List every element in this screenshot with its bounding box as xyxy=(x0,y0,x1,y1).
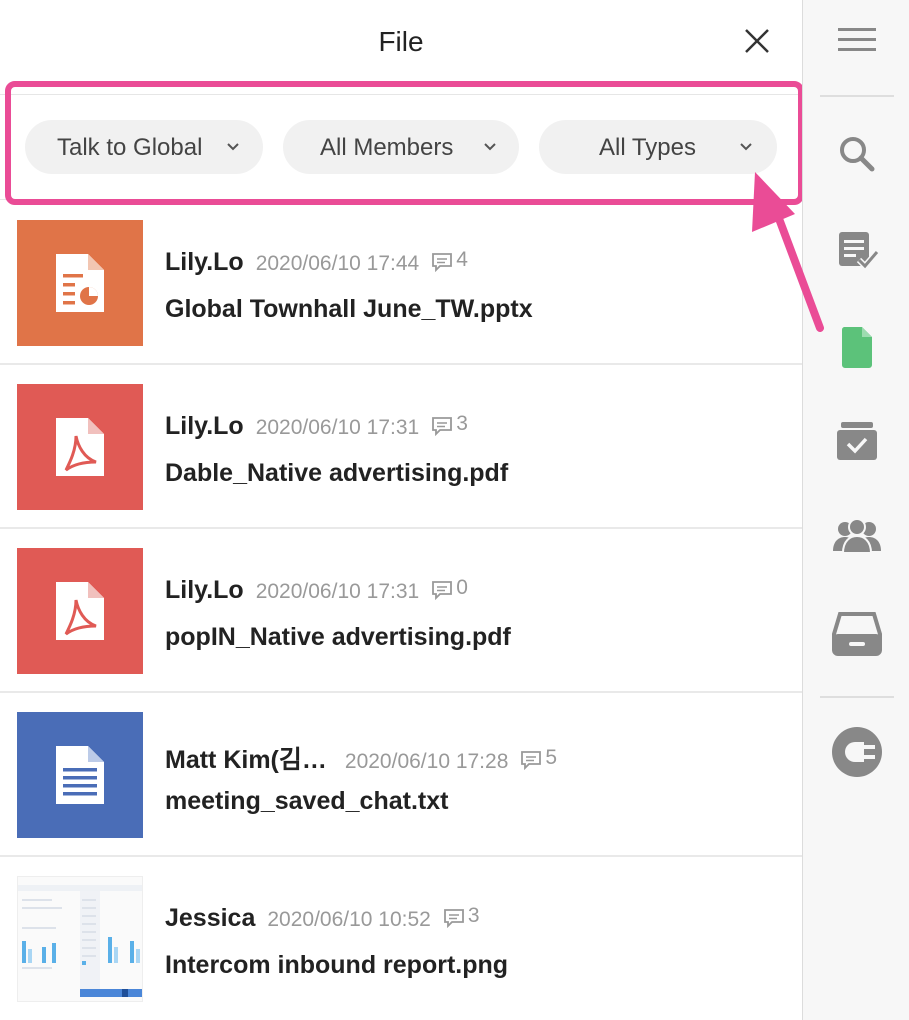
panel-header: File xyxy=(0,0,802,86)
file-row[interactable]: Lily.Lo 2020/06/10 17:44 4 Global Townha… xyxy=(0,201,802,365)
file-author: Lily.Lo xyxy=(165,576,244,604)
inbox-button[interactable] xyxy=(803,610,909,656)
members-filter-dropdown[interactable]: All Members xyxy=(283,120,519,174)
comment-icon xyxy=(432,417,453,436)
comment-count[interactable]: 4 xyxy=(431,248,468,272)
comment-count[interactable]: 3 xyxy=(443,904,480,928)
file-author: Matt Kim(김… xyxy=(165,746,327,774)
pdf-file-icon xyxy=(17,548,143,674)
channel-filter-label: Talk to Global xyxy=(57,134,203,161)
file-row[interactable]: Matt Kim(김… 2020/06/10 17:28 5 meeting_s… xyxy=(0,693,802,857)
file-name[interactable]: popIN_Native advertising.pdf xyxy=(165,623,511,652)
sidebar-divider xyxy=(820,696,894,698)
files-button[interactable] xyxy=(803,325,909,369)
comment-icon xyxy=(432,581,453,600)
file-row[interactable]: Lily.Lo 2020/06/10 17:31 0 popIN_Native … xyxy=(0,529,802,693)
chevron-down-icon xyxy=(484,143,496,151)
types-filter-dropdown[interactable]: All Types xyxy=(539,120,777,174)
file-time: 2020/06/10 17:44 xyxy=(255,252,420,275)
tasks-button[interactable] xyxy=(803,230,909,270)
file-row[interactable]: Jessica 2020/06/10 10:52 3 Intercom inbo… xyxy=(0,857,802,1020)
file-author: Lily.Lo xyxy=(165,248,244,276)
file-name[interactable]: meeting_saved_chat.txt xyxy=(165,787,448,816)
search-button[interactable] xyxy=(803,134,909,174)
comment-icon xyxy=(432,253,453,272)
file-meta: Jessica 2020/06/10 10:52 3 xyxy=(165,904,480,933)
members-icon xyxy=(832,518,881,554)
comment-count[interactable]: 3 xyxy=(431,412,468,436)
comment-icon xyxy=(521,751,542,770)
inbox-icon xyxy=(831,612,882,656)
sidebar-divider xyxy=(820,95,894,97)
task-icon xyxy=(838,232,879,270)
file-icon xyxy=(841,327,872,368)
close-icon xyxy=(745,29,769,53)
close-button[interactable] xyxy=(740,24,774,58)
menu-icon xyxy=(837,28,876,51)
chevron-down-icon xyxy=(740,143,752,151)
file-time: 2020/06/10 17:31 xyxy=(255,580,420,603)
file-name[interactable]: Global Townhall June_TW.pptx xyxy=(165,295,533,324)
file-time: 2020/06/10 17:28 xyxy=(344,750,509,773)
pdf-file-icon xyxy=(17,384,143,510)
file-author: Jessica xyxy=(165,904,256,932)
chevron-down-icon xyxy=(227,143,239,151)
plugin-icon xyxy=(831,727,882,777)
types-filter-label: All Types xyxy=(599,134,696,161)
members-button[interactable] xyxy=(803,517,909,555)
file-name[interactable]: Dable_Native advertising.pdf xyxy=(165,459,508,488)
file-time: 2020/06/10 17:31 xyxy=(255,416,420,439)
page-title: File xyxy=(378,26,424,57)
file-meta: Lily.Lo 2020/06/10 17:44 4 xyxy=(165,248,468,277)
comment-icon xyxy=(443,909,464,928)
sidebar xyxy=(802,0,909,1020)
file-name[interactable]: Intercom inbound report.png xyxy=(165,951,508,980)
plugin-button[interactable] xyxy=(803,726,909,778)
file-meta: Lily.Lo 2020/06/10 17:31 0 xyxy=(165,576,468,605)
image-thumbnail xyxy=(17,876,143,1002)
pptx-file-icon xyxy=(17,220,143,346)
channel-filter-dropdown[interactable]: Talk to Global xyxy=(25,120,263,174)
file-panel: File Talk to Global All Members All Type… xyxy=(0,0,804,1020)
search-icon xyxy=(839,137,874,172)
archive-icon xyxy=(836,422,877,460)
file-row[interactable]: Lily.Lo 2020/06/10 17:31 3 Dable_Native … xyxy=(0,365,802,529)
file-time: 2020/06/10 10:52 xyxy=(267,908,431,931)
menu-button[interactable] xyxy=(803,26,909,54)
file-meta: Lily.Lo 2020/06/10 17:31 3 xyxy=(165,412,468,441)
file-meta: Matt Kim(김… 2020/06/10 17:28 5 xyxy=(165,740,557,776)
members-filter-label: All Members xyxy=(320,134,454,161)
comment-count[interactable]: 5 xyxy=(520,746,557,770)
comment-count[interactable]: 0 xyxy=(431,576,468,600)
txt-file-icon xyxy=(17,712,143,838)
archive-button[interactable] xyxy=(803,420,909,462)
file-author: Lily.Lo xyxy=(165,412,244,440)
